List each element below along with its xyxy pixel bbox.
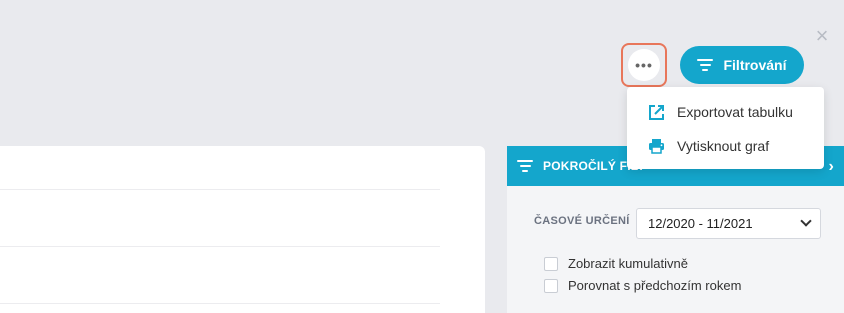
table-row-divider bbox=[0, 189, 440, 190]
advanced-filter-panel: POKROČILÝ FILT › ČASOVÉ URČENÍ 12/2020 -… bbox=[507, 146, 844, 313]
compare-previous-year-label: Porovnat s předchozím rokem bbox=[568, 278, 742, 293]
more-options-menu: Exportovat tabulku Vytisknout graf bbox=[627, 87, 824, 169]
menu-item-label: Vytisknout graf bbox=[677, 138, 770, 154]
filter-icon bbox=[517, 160, 533, 172]
checkbox-row-compare[interactable]: Porovnat s předchozím rokem bbox=[544, 278, 741, 293]
menu-item-label: Exportovat tabulku bbox=[677, 104, 793, 120]
external-link-icon bbox=[647, 103, 665, 121]
close-icon: × bbox=[815, 23, 829, 48]
filter-button-label: Filtrování bbox=[723, 57, 787, 73]
filter-icon bbox=[697, 59, 714, 71]
compare-previous-year-checkbox[interactable] bbox=[544, 278, 558, 293]
menu-item-print-chart[interactable]: Vytisknout graf bbox=[627, 129, 824, 163]
more-options-button[interactable]: ••• bbox=[628, 49, 660, 81]
filter-button[interactable]: Filtrování bbox=[680, 46, 804, 84]
chevron-right-icon[interactable]: › bbox=[828, 158, 834, 176]
printer-icon bbox=[647, 137, 665, 155]
cumulative-checkbox[interactable] bbox=[544, 256, 558, 271]
time-range-label: ČASOVÉ URČENÍ bbox=[534, 215, 630, 227]
more-options-highlight: ••• bbox=[621, 43, 667, 87]
menu-item-export-table[interactable]: Exportovat tabulku bbox=[627, 95, 824, 129]
chevron-down-icon bbox=[800, 215, 812, 227]
time-range-select[interactable]: 12/2020 - 11/2021 bbox=[636, 208, 821, 239]
ellipsis-icon: ••• bbox=[635, 57, 653, 73]
table-row-divider bbox=[0, 303, 440, 304]
close-button[interactable]: × bbox=[812, 23, 832, 48]
main-table-card bbox=[0, 146, 485, 313]
time-range-value: 12/2020 - 11/2021 bbox=[648, 216, 753, 231]
cumulative-label: Zobrazit kumulativně bbox=[568, 256, 688, 271]
table-row-divider bbox=[0, 246, 440, 247]
checkbox-row-cumulative[interactable]: Zobrazit kumulativně bbox=[544, 256, 688, 271]
